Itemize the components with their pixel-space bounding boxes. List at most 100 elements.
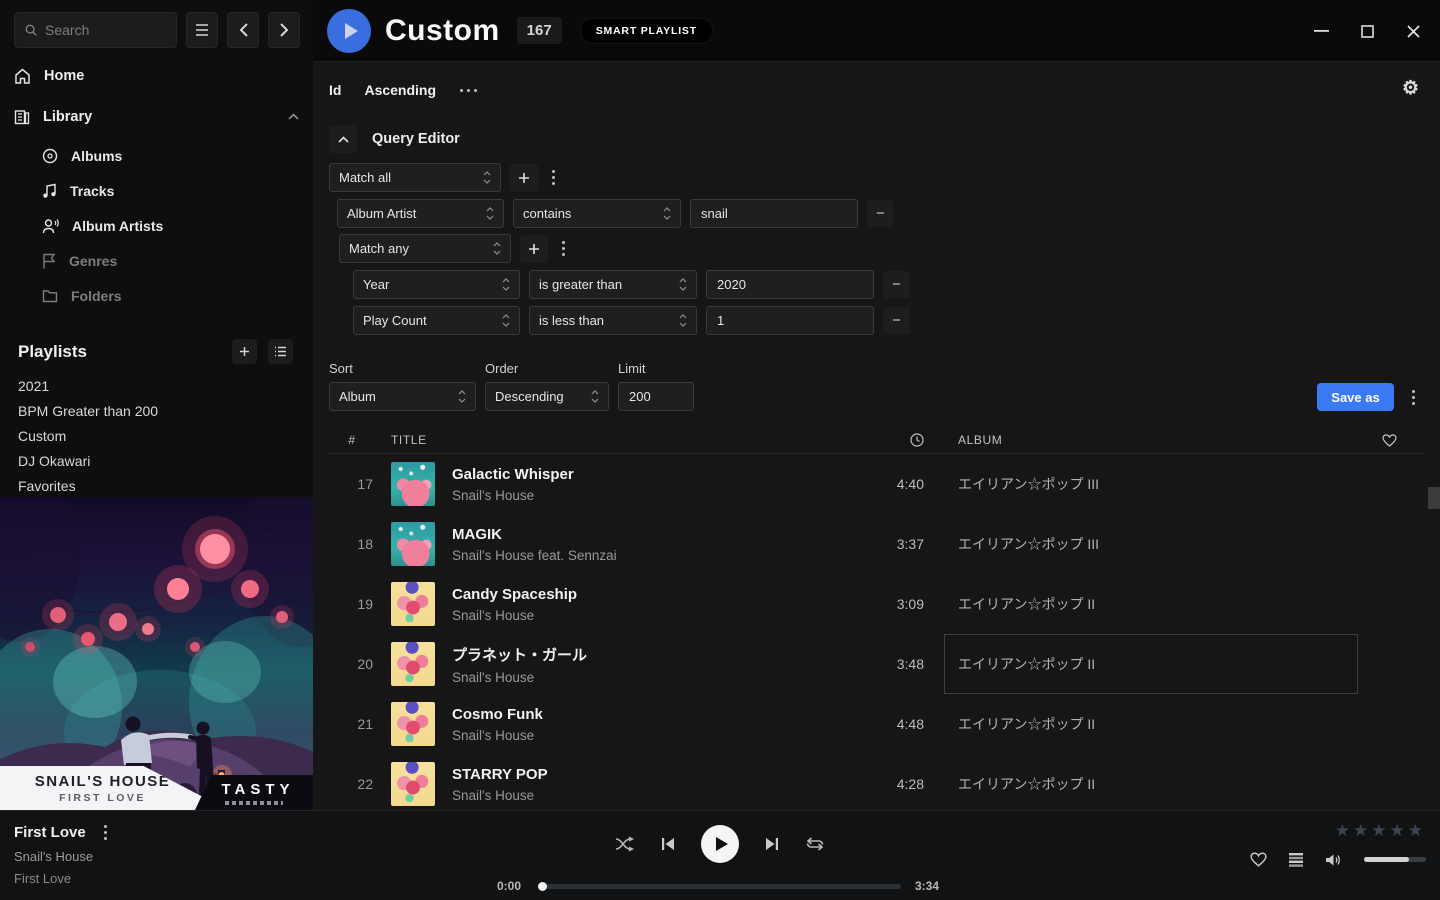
playlist-header: Custom 167 SMART PLAYLIST [313,0,1440,62]
more-options-button[interactable] [460,89,477,92]
favorite-heart-icon[interactable] [1250,852,1267,867]
column-favorite[interactable] [1374,434,1424,447]
playlist-item-custom-selected[interactable]: Custom [0,423,313,448]
sort-field-button[interactable]: Id [329,82,341,98]
forward-button[interactable] [268,12,300,48]
shuffle-icon[interactable] [615,836,635,852]
rule-operator-select[interactable]: is greater than [529,270,697,299]
rule-field-select[interactable]: Album Artist [337,199,504,228]
sidebar-item-tracks[interactable]: Tracks [0,173,313,208]
queue-icon[interactable] [1289,853,1303,867]
rule-field-select[interactable]: Play Count [353,306,520,335]
sidebar-item-albums[interactable]: Albums [0,138,313,173]
now-playing-title: First Love [14,824,86,841]
now-playing-cover-art[interactable]: SNAIL'S HOUSE FIRST LOVE TASTY [0,497,313,810]
now-playing-album: First Love [14,871,112,886]
close-button[interactable] [1398,16,1428,46]
table-row[interactable]: 22 STARRY POPSnail's House 4:28 エイリアン☆ポッ… [329,754,1424,814]
playlists-header: Playlists [0,339,313,364]
track-title: STARRY POP [452,766,868,783]
add-playlist-button[interactable] [232,339,257,364]
track-table-header: # TITLE ALBUM [329,427,1424,454]
rule-value-input[interactable] [690,199,858,228]
rating-stars[interactable]: ★★★★★ [1250,821,1426,841]
collapse-query-editor-button[interactable] [329,125,357,153]
play-playlist-button[interactable] [327,9,371,53]
sort-label: Sort [329,361,476,376]
menu-button[interactable] [186,12,218,48]
sidebar-item-genres[interactable]: Genres [0,243,313,278]
play-pause-button[interactable] [701,825,739,863]
folder-icon [42,289,58,303]
minimize-button[interactable] [1306,16,1336,46]
table-row[interactable]: 17 Galactic WhisperSnail's House 4:40 エイ… [329,454,1424,514]
sidebar-tracks-label: Tracks [70,183,114,199]
sidebar-item-library[interactable]: Library [0,103,313,130]
save-as-button[interactable]: Save as [1317,383,1394,411]
sort-select[interactable]: Album [329,382,476,411]
rule-operator-select[interactable]: contains [513,199,681,228]
add-rule-button[interactable] [510,164,538,192]
track-album-focused[interactable]: エイリアン☆ポップ II [954,634,1374,694]
column-title[interactable]: TITLE [375,433,868,447]
playlist-item[interactable]: DJ Okawari [0,448,313,473]
match-mode-select[interactable]: Match all [329,163,501,192]
cover-album-name: FIRST LOVE [10,792,195,804]
add-rule-button[interactable] [520,235,548,263]
sidebar-item-album-artists[interactable]: Album Artists [0,208,313,243]
playlist-item[interactable]: 2021 [0,373,313,398]
match-mode-select[interactable]: Match any [339,234,511,263]
sort-direction-button[interactable]: Ascending [364,82,436,98]
track-duration: 4:48 [868,716,924,732]
column-number[interactable]: # [329,433,375,447]
seek-knob[interactable] [538,882,547,891]
query-rule-2: Year is greater than − [353,270,1424,299]
list-sort-toolbar: Id Ascending ⚙ [329,75,1424,105]
sidebar-item-folders[interactable]: Folders [0,278,313,313]
column-album[interactable]: ALBUM [954,433,1374,447]
table-row[interactable]: 18 MAGIKSnail's House feat. Sennzai 3:37… [329,514,1424,574]
save-menu-button[interactable] [1402,386,1424,408]
volume-icon[interactable] [1325,853,1342,867]
track-number: 18 [329,536,375,552]
settings-gear-icon[interactable]: ⚙ [1402,79,1419,98]
limit-label: Limit [618,361,694,376]
table-row[interactable]: 21 Cosmo FunkSnail's House 4:48 エイリアン☆ポッ… [329,694,1424,754]
playlist-item[interactable]: Favorites [0,473,313,498]
search-box[interactable] [14,12,177,48]
track-artist: Snail's House feat. Sennzai [452,548,868,563]
playlist-title: Custom [385,14,500,48]
rule-field-select[interactable]: Year [353,270,520,299]
remove-rule-button[interactable]: − [883,271,910,298]
playlist-item[interactable]: BPM Greater than 200 [0,398,313,423]
order-select[interactable]: Descending [485,382,609,411]
playlists-title: Playlists [18,342,87,362]
sidebar-albums-label: Albums [71,148,122,164]
remove-rule-button[interactable]: − [883,307,910,334]
track-list: 17 Galactic WhisperSnail's House 4:40 エイ… [329,454,1424,814]
next-track-icon[interactable] [765,837,779,851]
rule-value-input[interactable] [706,270,874,299]
remove-rule-button[interactable]: − [867,200,894,227]
now-playing-menu-button[interactable] [99,825,112,840]
table-row[interactable]: 19 Candy SpaceshipSnail's House 3:09 エイリ… [329,574,1424,634]
back-button[interactable] [227,12,259,48]
playlist-list-button[interactable] [268,339,293,364]
seek-bar[interactable] [539,884,901,889]
column-duration[interactable] [868,433,924,447]
group-menu-button[interactable] [557,241,570,256]
volume-slider[interactable] [1364,857,1426,862]
search-input[interactable] [45,22,166,38]
rule-operator-select[interactable]: is less than [529,306,697,335]
sidebar-item-home[interactable]: Home [0,62,313,89]
query-editor-header: Query Editor [329,125,1424,153]
maximize-button[interactable] [1352,16,1382,46]
limit-input[interactable] [618,382,694,411]
chevron-up-icon[interactable] [288,113,299,120]
previous-track-icon[interactable] [661,837,675,851]
scrollbar-thumb[interactable] [1428,487,1440,509]
table-row[interactable]: 20 プラネット・ガールSnail's House 3:48 エイリアン☆ポップ… [329,634,1424,694]
group-menu-button[interactable] [547,170,560,185]
repeat-icon[interactable] [805,836,825,852]
rule-value-input[interactable] [706,306,874,335]
